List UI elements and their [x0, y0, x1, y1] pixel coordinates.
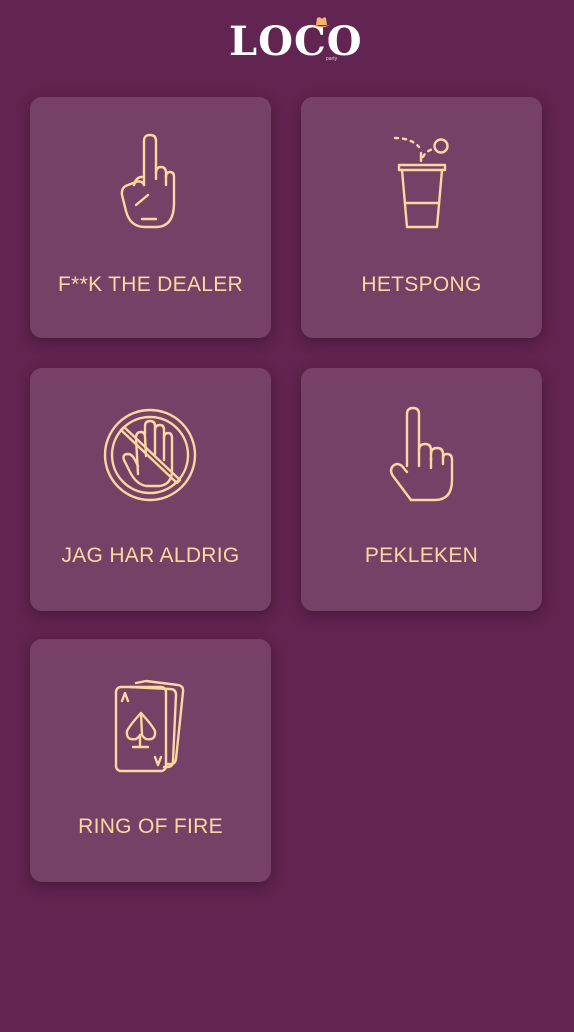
game-card-label: F**K THE DEALER: [58, 273, 243, 296]
game-card-label: HETSPONG: [361, 273, 482, 296]
game-card-ring-of-fire[interactable]: RING OF FIRE: [30, 639, 271, 882]
logo-text: LOCO: [229, 18, 363, 65]
pointing-hand-icon: [389, 406, 454, 502]
logo-subtitle: party: [326, 56, 338, 62]
cowboy-hat-icon: [312, 17, 330, 28]
game-card-fuck-the-dealer[interactable]: F**K THE DEALER: [30, 97, 271, 338]
game-card-label: JAG HAR ALDRIG: [61, 544, 240, 567]
app-logo: LOCO party: [229, 16, 362, 66]
game-card-hetspong[interactable]: HETSPONG: [301, 97, 542, 338]
beer-pong-cup-icon: [393, 136, 449, 229]
game-card-jag-har-aldrig[interactable]: JAG HAR ALDRIG: [30, 368, 271, 611]
game-card-label: PEKLEKEN: [364, 544, 479, 567]
game-card-pekleken[interactable]: PEKLEKEN: [301, 368, 542, 611]
game-card-label: RING OF FIRE: [78, 815, 223, 838]
middle-finger-icon: [120, 133, 176, 229]
playing-cards-icon: [114, 679, 185, 773]
no-hand-icon: [103, 408, 197, 502]
